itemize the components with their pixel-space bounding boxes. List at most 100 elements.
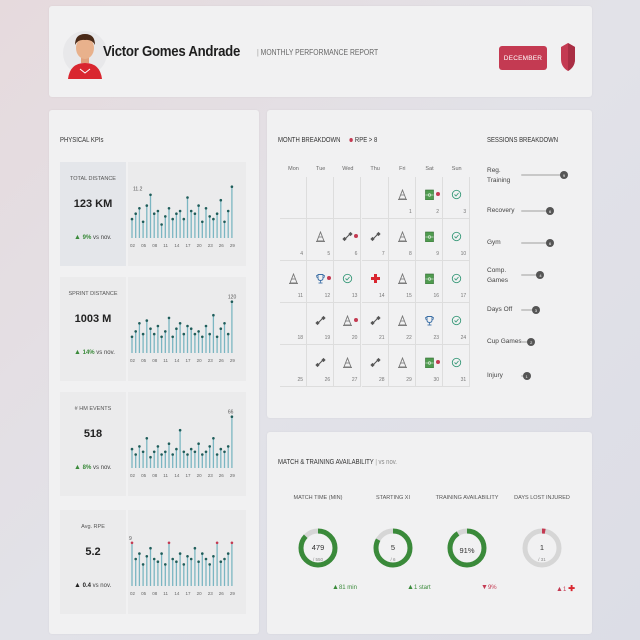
session-count-knob: 3	[531, 306, 540, 314]
calendar-day-cell[interactable]: 26	[307, 345, 335, 387]
kpi-change: ▲ 0.4 vs nov.	[74, 582, 111, 589]
kpi-bar-dot	[197, 442, 200, 445]
kpi-x-tick: 05	[141, 591, 147, 596]
calendar-day-number: 3	[463, 209, 467, 215]
rpe-high-dot	[354, 318, 359, 322]
kpi-bar-dot	[212, 437, 215, 440]
calendar-day-cell[interactable]: 19	[307, 303, 335, 345]
gauge-value: 5	[390, 543, 396, 552]
calendar-day-cell[interactable]: 9	[416, 219, 443, 261]
calendar-day-cell[interactable]: 12	[307, 261, 335, 303]
calendar-day-number: 29	[406, 377, 412, 383]
kpi-change-suffix: vs nov.	[92, 583, 112, 589]
calendar-day-cell[interactable]: 13	[334, 261, 362, 303]
kpi-bar-dot	[130, 335, 134, 339]
injury-cross-icon: ✚	[568, 584, 575, 593]
kpi-x-tick: 26	[219, 243, 225, 248]
calendar-day-number: 12	[324, 293, 331, 299]
kpi-block: TOTAL DISTANCE 123 KM ▲ 9% vs nov. 11.2 0…	[60, 162, 246, 266]
calendar-day-header: Mon	[288, 166, 299, 172]
calendar-day-cell[interactable]: 31	[443, 345, 471, 387]
kpi-x-tick: 26	[219, 591, 225, 596]
calendar-day-cell[interactable]: 25	[280, 345, 307, 387]
calendar-day-cell[interactable]: 5	[307, 219, 335, 261]
kpi-bar-dot	[223, 450, 226, 454]
kpi-chart-svg: 66 02 05 08 11 14 17 20 23 26 29	[130, 410, 235, 478]
calendar-day-cell[interactable]: 4	[280, 219, 307, 261]
calendar-day-cell[interactable]: 22	[388, 303, 416, 345]
calendar-day-cell[interactable]: 23	[416, 303, 443, 345]
calendar-day-cell[interactable]: 10	[443, 219, 471, 261]
calendar-day-number: 16	[433, 293, 439, 299]
kpi-x-tick: 23	[208, 473, 214, 478]
calendar-day-cell[interactable]: 27	[334, 345, 362, 387]
calendar-day-cell[interactable]: 3	[443, 177, 471, 219]
kpi-bar-dot	[189, 327, 193, 330]
kpi-bar-dot	[219, 198, 223, 202]
kpi-max-label: 66	[228, 410, 234, 416]
kpi-bar-dot	[175, 327, 178, 330]
calendar-day-cell[interactable]: 6	[334, 219, 362, 261]
kpi-bar-dot	[189, 209, 193, 213]
kpi-bar-dot	[204, 450, 208, 454]
calendar-day-number: 28	[379, 377, 385, 383]
kpi-change: ▲ 8% vs nov.	[74, 464, 112, 471]
calendar-day-cell[interactable]: 7	[361, 219, 389, 261]
calendar-day-cell	[361, 177, 389, 219]
pitch-icon	[425, 273, 434, 284]
calendar-day-cell[interactable]: 20	[334, 303, 362, 345]
cone-icon	[397, 315, 407, 326]
kpi-bar-dot	[149, 546, 152, 550]
calendar-day-cell[interactable]: 14	[361, 261, 389, 303]
recovery-icon	[452, 273, 462, 284]
kpi-bar-dot	[152, 557, 156, 561]
session-count-knob: 2	[527, 338, 536, 346]
kpi-bar-dot	[152, 332, 156, 336]
month-select-button[interactable]: DECEMBER	[499, 46, 547, 70]
gauge-total: / 550	[312, 557, 323, 562]
calendar-day-cell[interactable]: 29	[388, 345, 416, 387]
calendar-day-cell[interactable]: 24	[443, 303, 471, 345]
calendar-day-cell[interactable]: 17	[443, 261, 471, 303]
kpi-block: # HM EVENTS 518 ▲ 8% vs nov. 66 02 05 08 11 1…	[60, 392, 246, 496]
calendar-day-cell[interactable]: 15	[388, 261, 416, 303]
kpi-x-tick: 05	[141, 243, 147, 248]
kpi-bar-dot	[204, 324, 208, 328]
kpi-change-suffix: vs nov.	[92, 465, 112, 471]
calendar-day-cell[interactable]: 18	[280, 303, 307, 345]
kpi-bar-dot	[149, 193, 152, 197]
calendar-day-number: 7	[381, 251, 385, 257]
calendar-day-cell[interactable]: 16	[416, 261, 443, 303]
kpi-bar-dot	[175, 447, 178, 451]
calendar-day-number: 21	[379, 335, 385, 341]
gauge-label: TRAINING AVAILABILITY	[435, 495, 499, 501]
calendar-day-cell[interactable]: 8	[388, 219, 416, 261]
gym-icon	[315, 315, 326, 326]
calendar-day-cell[interactable]: 28	[361, 345, 389, 387]
kpi-bar-dot	[208, 563, 211, 566]
cone-icon	[316, 231, 326, 242]
kpi-x-tick: 08	[152, 473, 158, 478]
calendar-day-number: 13	[351, 293, 358, 299]
kpi-label: TOTAL DISTANCE	[70, 176, 116, 182]
recovery-icon	[452, 315, 462, 326]
calendar-day-cell	[307, 177, 335, 219]
kpi-x-tick: 02	[130, 591, 136, 596]
kpi-bar-dot	[182, 332, 186, 336]
gauge-total: / 31	[538, 557, 546, 562]
kpi-bar-dot	[134, 330, 137, 333]
calendar-day-cell[interactable]: 1	[388, 177, 416, 219]
kpi-x-tick: 14	[174, 591, 180, 596]
kpi-x-tick: 23	[208, 591, 214, 596]
calendar-day-number: 24	[460, 335, 467, 341]
calendar-day-cell[interactable]: 11	[280, 261, 307, 303]
cone-icon	[397, 273, 407, 284]
kpi-bar-dot	[193, 332, 197, 336]
calendar-day-cell[interactable]: 30	[416, 345, 443, 387]
kpi-x-tick: 02	[130, 243, 136, 248]
calendar-day-number: 19	[324, 335, 331, 341]
kpi-bar-dot	[193, 546, 197, 550]
recovery-icon	[343, 273, 353, 284]
calendar-day-cell[interactable]: 21	[361, 303, 389, 345]
calendar-day-cell[interactable]: 2	[416, 177, 443, 219]
